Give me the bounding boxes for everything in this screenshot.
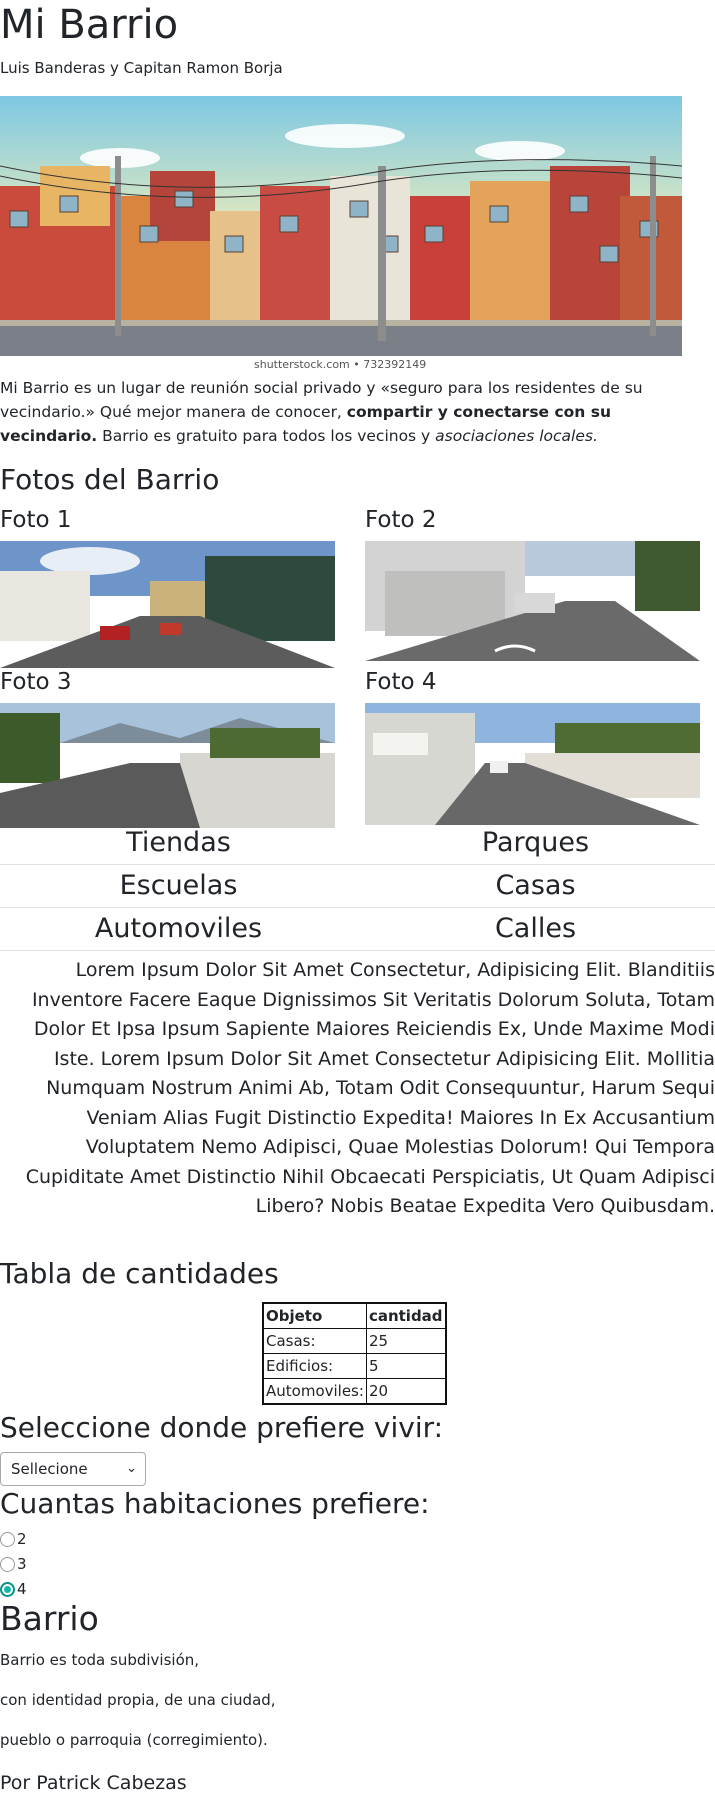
quantities-table: Objeto cantidad Casas: 25 Edificios: 5 A… bbox=[262, 1302, 447, 1405]
category-escuelas: Escuelas bbox=[119, 870, 238, 901]
image-credit: shutterstock.com • 732392149 bbox=[254, 358, 427, 371]
category-automoviles: Automoviles bbox=[94, 913, 263, 944]
table-row: Casas: 25 bbox=[262, 1328, 447, 1354]
barrio-text-line: pueblo o parroquia (corregimiento). bbox=[0, 1731, 268, 1749]
photos-title: Fotos del Barrio bbox=[0, 463, 220, 496]
room-option-2[interactable]: 2 bbox=[0, 1528, 27, 1550]
page: Mi Barrio Luis Banderas y Capitan Ramon … bbox=[0, 0, 715, 1800]
room-option-4[interactable]: 4 bbox=[0, 1578, 27, 1600]
category-tiendas: Tiendas bbox=[126, 827, 231, 858]
table-header-cantidad: cantidad bbox=[365, 1302, 447, 1329]
table-cell: 20 bbox=[365, 1378, 447, 1405]
lorem-paragraph: Lorem Ipsum Dolor Sit Amet Consectetur, … bbox=[25, 959, 715, 1217]
category-parques: Parques bbox=[481, 827, 590, 858]
barrio-text-line: Barrio es toda subdivisión, bbox=[0, 1651, 200, 1669]
photo-1-label: Foto 1 bbox=[0, 507, 72, 533]
table-cell: Automoviles: bbox=[262, 1378, 367, 1405]
rooms-title: Cuantas habitaciones prefiere: bbox=[0, 1487, 430, 1520]
category-calles: Calles bbox=[494, 913, 577, 944]
room-option-label: 3 bbox=[17, 1555, 27, 1573]
categories-row: Automoviles Calles bbox=[0, 908, 715, 951]
photo-3-label: Foto 3 bbox=[0, 669, 72, 695]
photo-4 bbox=[365, 703, 700, 825]
room-option-label: 4 bbox=[17, 1580, 27, 1598]
page-title: Mi Barrio bbox=[0, 2, 179, 48]
table-row: Automoviles: 20 bbox=[262, 1378, 447, 1405]
intro-paragraph: Mi Barrio es un lugar de reunión social … bbox=[0, 376, 690, 448]
intro-text-2: Barrio es gratuito para todos los vecino… bbox=[97, 427, 436, 445]
photo-1 bbox=[0, 541, 335, 668]
table-row: Edificios: 5 bbox=[262, 1353, 447, 1379]
photo-3 bbox=[0, 703, 335, 828]
radio-button-selected[interactable] bbox=[0, 1581, 15, 1597]
photo-2 bbox=[365, 541, 700, 661]
room-option-label: 2 bbox=[17, 1530, 27, 1548]
radio-button[interactable] bbox=[0, 1556, 15, 1572]
table-cell: 5 bbox=[365, 1353, 447, 1379]
preference-title: Seleccione donde prefiere vivir: bbox=[0, 1411, 444, 1444]
table-header-row: Objeto cantidad bbox=[262, 1302, 447, 1329]
photo-2-label: Foto 2 bbox=[365, 507, 437, 533]
table-title: Tabla de cantidades bbox=[0, 1257, 279, 1290]
author-credit: Por Patrick Cabezas bbox=[0, 1772, 187, 1794]
barrio-title: Barrio bbox=[0, 1599, 99, 1638]
location-select-value: Sellecione bbox=[11, 1460, 88, 1478]
intro-italic: asociaciones locales. bbox=[435, 427, 598, 445]
categories-row: Tiendas Parques bbox=[0, 822, 715, 865]
page-subtitle: Luis Banderas y Capitan Ramon Borja bbox=[0, 59, 283, 77]
radio-button[interactable] bbox=[0, 1531, 15, 1547]
hero-image bbox=[0, 96, 682, 356]
table-cell: 25 bbox=[365, 1328, 447, 1354]
room-option-3[interactable]: 3 bbox=[0, 1553, 27, 1575]
table-header-objeto: Objeto bbox=[262, 1302, 367, 1329]
location-select[interactable]: Sellecione ⌄ bbox=[0, 1452, 146, 1486]
categories-grid: Tiendas Parques Escuelas Casas Automovil… bbox=[0, 822, 715, 951]
category-casas: Casas bbox=[495, 870, 576, 901]
categories-row: Escuelas Casas bbox=[0, 865, 715, 908]
table-cell: Edificios: bbox=[262, 1353, 367, 1379]
photo-4-label: Foto 4 bbox=[365, 669, 437, 695]
barrio-text-line: con identidad propia, de una ciudad, bbox=[0, 1691, 276, 1709]
chevron-down-icon: ⌄ bbox=[126, 1461, 137, 1476]
table-cell: Casas: bbox=[262, 1328, 367, 1354]
